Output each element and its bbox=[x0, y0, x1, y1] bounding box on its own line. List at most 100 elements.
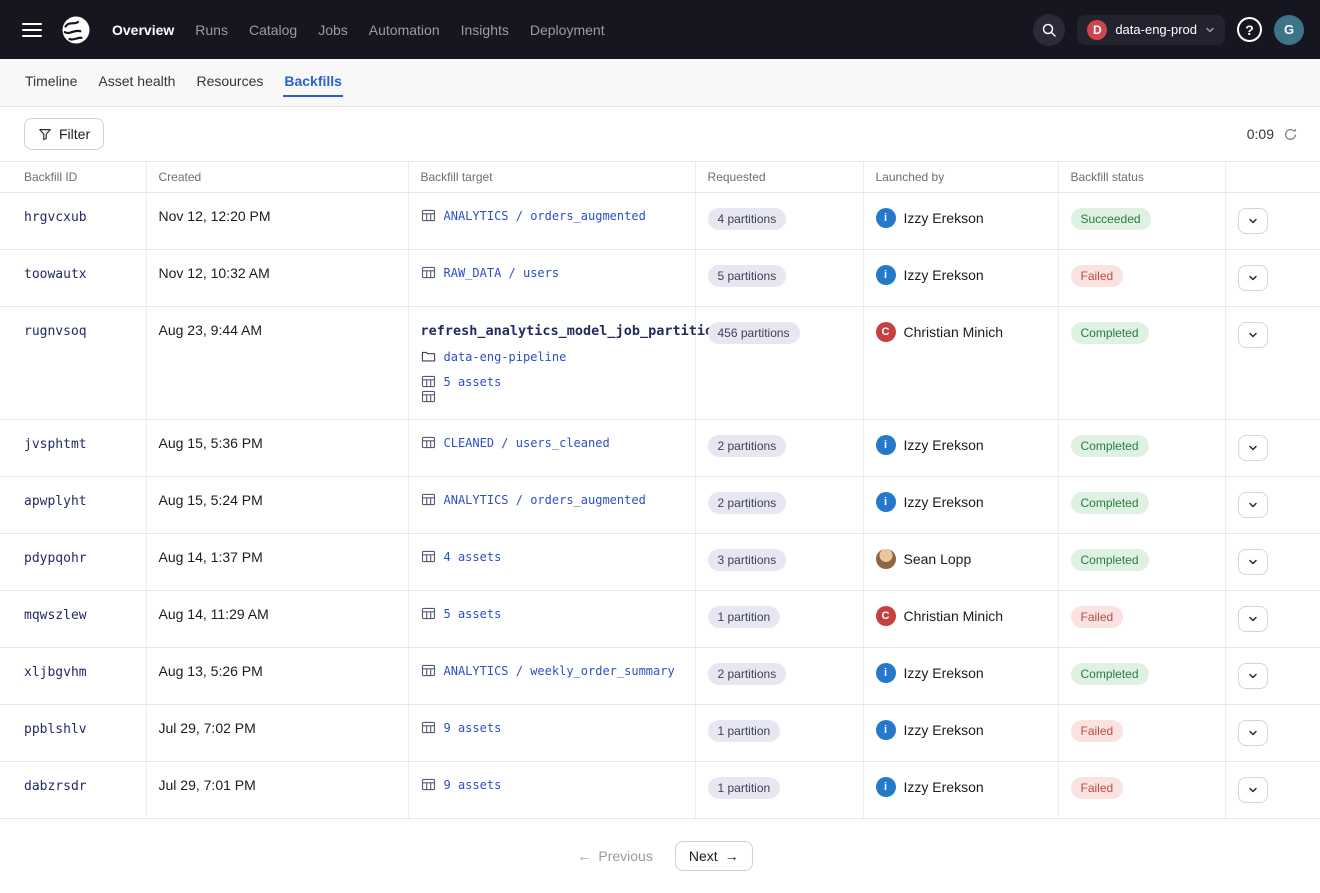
tab-timeline[interactable]: Timeline bbox=[24, 68, 78, 97]
row-expand-button[interactable] bbox=[1238, 492, 1268, 518]
deployment-name: data-eng-prod bbox=[1115, 22, 1197, 37]
previous-page-button[interactable]: ← Previous bbox=[567, 841, 662, 871]
backfill-target-link[interactable]: ANALYTICS / orders_augmented bbox=[444, 209, 646, 223]
backfill-id-link[interactable]: apwplyht bbox=[24, 494, 87, 509]
backfill-target-link[interactable]: 9 assets bbox=[444, 778, 502, 792]
menu-icon[interactable] bbox=[16, 17, 48, 43]
row-expand-button[interactable] bbox=[1238, 663, 1268, 689]
tab-resources[interactable]: Resources bbox=[195, 68, 264, 97]
requested-partitions-badge: 456 partitions bbox=[708, 322, 800, 344]
row-expand-button[interactable] bbox=[1238, 435, 1268, 461]
nav-item-jobs[interactable]: Jobs bbox=[316, 18, 350, 42]
search-icon[interactable] bbox=[1033, 14, 1065, 46]
nav-item-overview[interactable]: Overview bbox=[110, 18, 176, 42]
asset-table-icon bbox=[421, 720, 436, 735]
asset-table-icon bbox=[421, 208, 436, 223]
status-badge: Completed bbox=[1071, 322, 1149, 344]
row-expand-button[interactable] bbox=[1238, 549, 1268, 575]
help-icon[interactable]: ? bbox=[1237, 17, 1262, 42]
user-avatar[interactable]: G bbox=[1274, 15, 1304, 45]
backfill-id-link[interactable]: ppblshlv bbox=[24, 722, 87, 737]
top-navigation-bar: Overview Runs Catalog Jobs Automation Insight… bbox=[0, 0, 1320, 59]
backfill-id-link[interactable]: xljbgvhm bbox=[24, 665, 87, 680]
row-expand-button[interactable] bbox=[1238, 208, 1268, 234]
backfill-target-link[interactable]: 9 assets bbox=[444, 721, 502, 735]
created-timestamp: Jul 29, 7:01 PM bbox=[159, 777, 256, 793]
backfill-id-link[interactable]: rugnvsoq bbox=[24, 324, 87, 339]
nav-item-catalog[interactable]: Catalog bbox=[247, 18, 299, 42]
nav-item-insights[interactable]: Insights bbox=[459, 18, 511, 42]
column-header-backfill-id: Backfill ID bbox=[0, 162, 146, 193]
pipeline-link[interactable]: data-eng-pipeline bbox=[444, 350, 567, 364]
tab-backfills[interactable]: Backfills bbox=[283, 68, 343, 97]
backfill-target-link[interactable]: CLEANED / users_cleaned bbox=[444, 436, 610, 450]
backfill-target-link[interactable]: 5 assets bbox=[444, 607, 502, 621]
topnav-items: Overview Runs Catalog Jobs Automation Insight… bbox=[110, 18, 607, 42]
assets-count-link[interactable]: 5 assets bbox=[444, 375, 502, 389]
nav-item-automation[interactable]: Automation bbox=[367, 18, 442, 42]
refresh-icon[interactable] bbox=[1283, 127, 1298, 142]
filter-button[interactable]: Filter bbox=[24, 118, 104, 150]
next-page-button[interactable]: Next → bbox=[675, 841, 753, 871]
launched-by-name: Christian Minich bbox=[904, 608, 1004, 624]
status-badge: Failed bbox=[1071, 606, 1124, 628]
created-timestamp: Jul 29, 7:02 PM bbox=[159, 720, 256, 736]
row-expand-button[interactable] bbox=[1238, 606, 1268, 632]
row-expand-button[interactable] bbox=[1238, 720, 1268, 746]
nav-item-deployment[interactable]: Deployment bbox=[528, 18, 607, 42]
target-simple: ANALYTICS / orders_augmented bbox=[421, 208, 683, 223]
status-badge: Completed bbox=[1071, 492, 1149, 514]
requested-partitions-badge: 1 partition bbox=[708, 606, 781, 628]
backfill-target-link[interactable]: RAW_DATA / users bbox=[444, 266, 560, 280]
tab-asset-health[interactable]: Asset health bbox=[97, 68, 176, 97]
refresh-countdown: 0:09 bbox=[1247, 126, 1274, 142]
backfill-id-link[interactable]: mqwszlew bbox=[24, 608, 87, 623]
row-expand-button[interactable] bbox=[1238, 777, 1268, 803]
launched-by-name: Izzy Erekson bbox=[904, 722, 984, 738]
status-badge: Failed bbox=[1071, 720, 1124, 742]
asset-table-icon bbox=[421, 549, 436, 564]
backfill-id-link[interactable]: jvsphtmt bbox=[24, 437, 87, 452]
tab-bar: Timeline Asset health Resources Backfills bbox=[0, 59, 1320, 107]
table-row: jvsphtmt Aug 15, 5:36 PM bbox=[0, 420, 1320, 477]
table-row: apwplyht Aug 15, 5:24 PM bbox=[0, 477, 1320, 534]
backfills-table: Backfill IDCreatedBackfill targetRequest… bbox=[0, 161, 1320, 819]
requested-partitions-badge: 5 partitions bbox=[708, 265, 787, 287]
previous-page-label: Previous bbox=[598, 848, 652, 864]
target-simple: CLEANED / users_cleaned bbox=[421, 435, 683, 450]
requested-partitions-badge: 1 partition bbox=[708, 720, 781, 742]
backfills-table-body: hrgvcxub Nov 12, 12:20 PM bbox=[0, 193, 1320, 819]
created-timestamp: Nov 12, 10:32 AM bbox=[159, 265, 270, 281]
row-expand-button[interactable] bbox=[1238, 265, 1268, 291]
launched-by: C Christian Minich bbox=[876, 322, 1046, 342]
job-link[interactable]: refresh_analytics_model_job_partition_se… bbox=[421, 323, 754, 339]
launched-by-name: Izzy Erekson bbox=[904, 494, 984, 510]
launched-by-name: Izzy Erekson bbox=[904, 267, 984, 283]
backfill-target-link[interactable]: 4 assets bbox=[444, 550, 502, 564]
status-badge: Failed bbox=[1071, 777, 1124, 799]
row-expand-button[interactable] bbox=[1238, 322, 1268, 348]
deployment-switcher[interactable]: D data-eng-prod bbox=[1077, 15, 1225, 45]
status-badge: Completed bbox=[1071, 435, 1149, 457]
launched-by-name: Sean Lopp bbox=[904, 551, 972, 567]
target-simple: 9 assets bbox=[421, 720, 683, 735]
launched-by-name: Izzy Erekson bbox=[904, 779, 984, 795]
target-job: refresh_analytics_model_job_partition_se… bbox=[421, 322, 683, 389]
backfill-id-link[interactable]: pdypqohr bbox=[24, 551, 87, 566]
target-simple: 4 assets bbox=[421, 549, 683, 564]
backfill-id-link[interactable]: toowautx bbox=[24, 267, 87, 282]
created-timestamp: Aug 13, 5:26 PM bbox=[159, 663, 263, 679]
launched-by-avatar: C bbox=[876, 322, 896, 342]
nav-item-runs[interactable]: Runs bbox=[193, 18, 230, 42]
launched-by: Sean Lopp bbox=[876, 549, 1046, 569]
launched-by: i Izzy Erekson bbox=[876, 208, 1046, 228]
backfill-target-link[interactable]: ANALYTICS / weekly_order_summary bbox=[444, 664, 675, 678]
column-header-launched-by: Launched by bbox=[863, 162, 1058, 193]
launched-by-avatar: i bbox=[876, 777, 896, 797]
table-row: mqwszlew Aug 14, 11:29 AM bbox=[0, 591, 1320, 648]
table-row: toowautx Nov 12, 10:32 AM bbox=[0, 250, 1320, 307]
backfill-id-link[interactable]: dabzrsdr bbox=[24, 779, 87, 794]
backfill-id-link[interactable]: hrgvcxub bbox=[24, 210, 87, 225]
requested-partitions-badge: 2 partitions bbox=[708, 435, 787, 457]
backfill-target-link[interactable]: ANALYTICS / orders_augmented bbox=[444, 493, 646, 507]
